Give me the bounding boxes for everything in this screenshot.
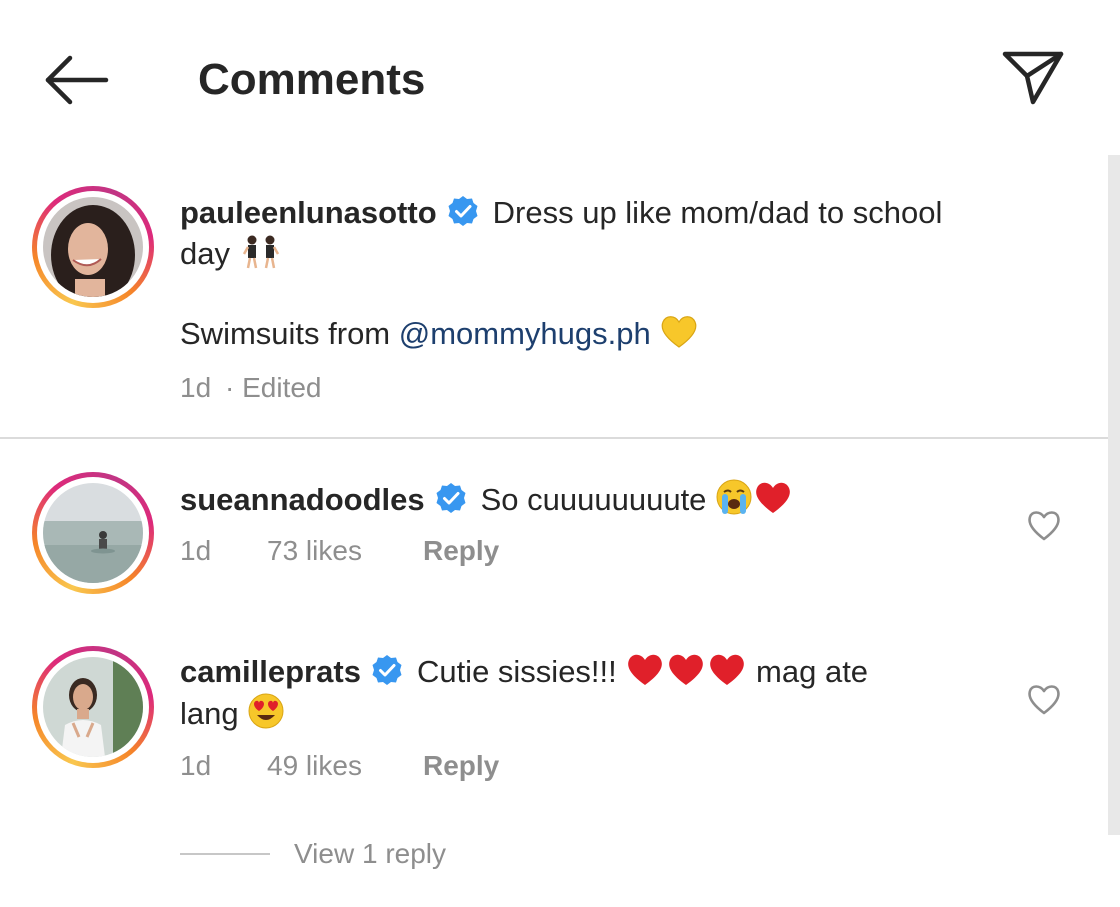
page-title: Comments xyxy=(198,55,426,104)
comment-1-body: sueannadoodles So cuuuuuuuute xyxy=(180,478,980,520)
comment-username[interactable]: camilleprats xyxy=(180,654,361,689)
header-bar: Comments xyxy=(0,0,1120,160)
red-hearts-emoji-icon xyxy=(628,654,745,685)
yellow-heart-emoji-icon xyxy=(662,316,697,348)
comment-time: 1d xyxy=(180,535,212,566)
caption-text-line2: day xyxy=(180,236,230,271)
verified-badge-icon xyxy=(448,196,478,226)
caption-swimsuits-line: Swimsuits from @mommyhugs.ph xyxy=(180,313,1080,354)
loudly-crying-emoji-icon xyxy=(716,479,752,515)
post-meta: 1d · Edited xyxy=(180,372,480,406)
back-button[interactable] xyxy=(40,50,112,110)
reply-button[interactable]: Reply xyxy=(423,535,499,567)
red-heart-emoji-icon xyxy=(756,482,790,513)
paper-plane-icon xyxy=(1002,51,1064,105)
divider xyxy=(0,437,1108,439)
comment-2-meta: 1d 49 likes Reply xyxy=(180,750,580,784)
profile-photo xyxy=(43,657,143,757)
comment-2-body: camilleprats Cutie sissies!!! mag ate lan… xyxy=(180,651,1040,734)
post-time: 1d xyxy=(180,372,212,403)
post-edited: · Edited xyxy=(225,372,322,403)
comment-text-line2: lang xyxy=(180,696,239,731)
twins-dancing-emoji-icon xyxy=(242,235,279,269)
reply-button[interactable]: Reply xyxy=(423,750,499,782)
comment-time: 1d xyxy=(180,750,212,781)
avatar-camilleprats[interactable] xyxy=(32,646,154,768)
caption-swimsuits-text: Swimsuits from xyxy=(180,316,399,351)
share-button[interactable] xyxy=(1000,46,1066,108)
comment-1-meta: 1d 73 likes Reply xyxy=(180,535,580,569)
profile-photo xyxy=(43,483,143,583)
comment-text: So cuuuuuuuute xyxy=(480,482,707,517)
view-replies-label: View 1 reply xyxy=(294,838,447,869)
comment-text-after: mag ate xyxy=(756,654,869,689)
verified-badge-icon xyxy=(436,483,466,513)
like-button[interactable] xyxy=(1026,682,1062,718)
verified-badge-icon xyxy=(372,655,402,685)
mention-link[interactable]: @mommyhugs.ph xyxy=(399,316,651,351)
comment-text: Cutie sissies!!! xyxy=(416,654,617,689)
like-button[interactable] xyxy=(1026,508,1062,544)
avatar-pauleenlunasotto[interactable] xyxy=(32,186,154,308)
avatar-sueannadoodles[interactable] xyxy=(32,472,154,594)
profile-photo xyxy=(43,197,143,297)
view-replies-line xyxy=(180,853,270,855)
comment-username[interactable]: sueannadoodles xyxy=(180,482,425,517)
arrow-left-icon xyxy=(45,55,109,105)
caption-text-line1: Dress up like mom/dad to school xyxy=(492,195,943,230)
likes-count[interactable]: 73 likes xyxy=(267,535,362,567)
likes-count[interactable]: 49 likes xyxy=(267,750,362,782)
heart-outline-icon xyxy=(1028,685,1060,715)
heart-outline-icon xyxy=(1028,511,1060,541)
scrollbar[interactable] xyxy=(1108,155,1120,835)
heart-eyes-emoji-icon xyxy=(248,693,284,729)
post-username[interactable]: pauleenlunasotto xyxy=(180,195,437,230)
post-caption: pauleenlunasotto Dress up like mom/dad to… xyxy=(180,192,1080,274)
